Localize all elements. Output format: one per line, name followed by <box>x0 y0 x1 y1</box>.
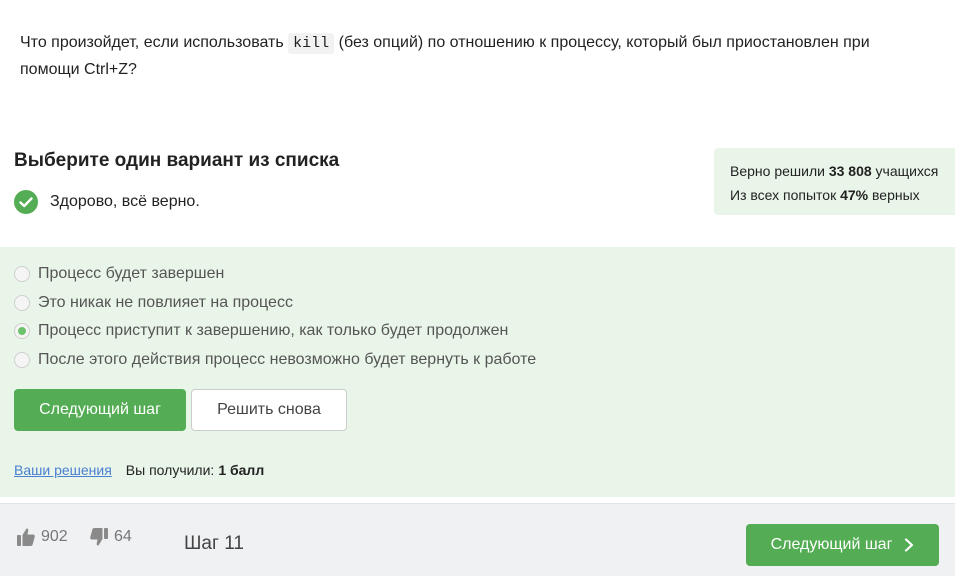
stats-attempts: Из всех попыток 47% верных <box>730 183 955 207</box>
next-step-button[interactable]: Следующий шаг <box>14 389 186 431</box>
thumbs-down-icon <box>90 528 108 546</box>
options-panel <box>0 247 955 497</box>
chevron-right-icon <box>904 538 914 552</box>
radio-button[interactable] <box>14 323 30 339</box>
retry-button[interactable]: Решить снова <box>191 389 347 431</box>
dislikes-count: 64 <box>114 528 132 545</box>
check-circle-icon <box>14 190 38 214</box>
like-button[interactable]: 902 <box>16 527 68 547</box>
radio-button[interactable] <box>14 352 30 368</box>
option-4[interactable]: После этого действия процесс невозможно … <box>14 351 536 369</box>
option-1[interactable]: Процесс будет завершен <box>14 265 224 283</box>
footer-next-step-label: Следующий шаг <box>770 536 893 553</box>
solutions-row: Ваши решения Вы получили: 1 балл <box>14 462 264 478</box>
option-label: Процесс будет завершен <box>38 265 225 282</box>
feedback-text: Здорово, всё верно. <box>50 193 200 210</box>
option-label: После этого действия процесс невозможно … <box>38 351 537 368</box>
thumbs-up-icon <box>17 528 35 546</box>
stats-attempts-suffix: верных <box>868 187 920 203</box>
score-label: Вы получили: <box>125 462 215 478</box>
your-solutions-link[interactable]: Ваши решения <box>14 462 112 478</box>
footer-next-step-button[interactable]: Следующий шаг <box>746 524 939 566</box>
stats-attempts-value: 47% <box>840 187 869 203</box>
choose-title: Выберите один вариант из списка <box>14 150 340 171</box>
stats-solved-value: 33 808 <box>828 163 872 179</box>
question-before: Что произойдет, если использовать <box>20 34 289 51</box>
code-snippet: kill <box>288 33 335 54</box>
stats-solved-suffix: учащихся <box>871 163 939 179</box>
radio-button[interactable] <box>14 266 30 282</box>
option-3[interactable]: Процесс приступит к завершению, как толь… <box>14 322 508 340</box>
stats-solved-prefix: Верно решили <box>730 163 829 179</box>
option-label: Это никак не повлияет на процесс <box>38 294 293 311</box>
score-value: 1 балл <box>218 462 265 478</box>
option-label: Процесс приступит к завершению, как толь… <box>38 322 509 339</box>
question-text: Что произойдет, если использовать kill (… <box>20 30 920 83</box>
feedback: Здорово, всё верно. <box>14 190 200 214</box>
step-label: Шаг 11 <box>184 533 244 554</box>
option-2[interactable]: Это никак не повлияет на процесс <box>14 294 293 312</box>
radio-button[interactable] <box>14 295 30 311</box>
footer-bar: 902 64 Шаг 11 Следующий шаг <box>0 503 955 576</box>
stats-box: Верно решили 33 808 учащихся Из всех поп… <box>714 148 955 215</box>
stats-attempts-prefix: Из всех попыток <box>730 187 841 203</box>
stats-solved: Верно решили 33 808 учащихся <box>730 159 955 183</box>
dislike-button[interactable]: 64 <box>89 527 132 547</box>
likes-count: 902 <box>41 528 68 545</box>
